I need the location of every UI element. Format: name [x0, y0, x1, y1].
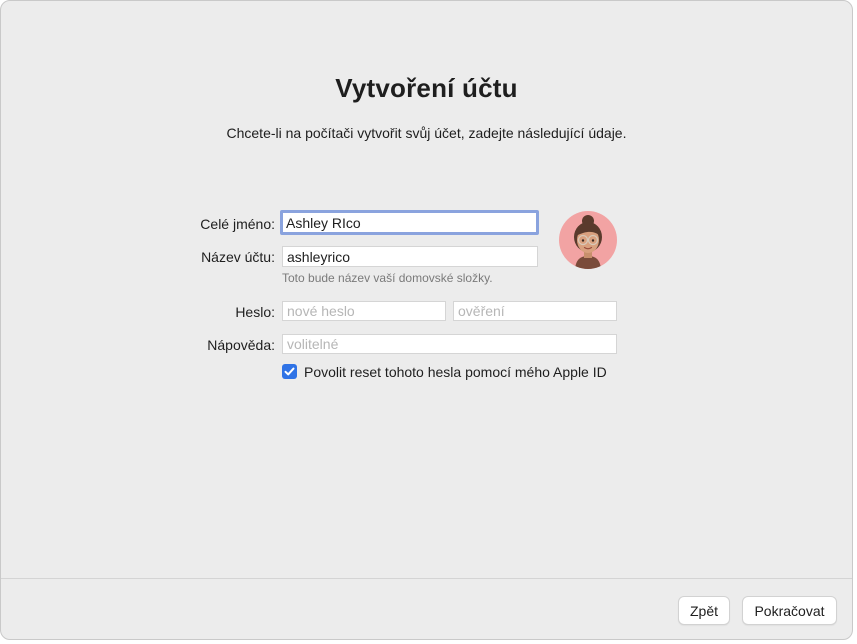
- page-title: Vytvoření účtu: [335, 73, 518, 103]
- verify-password-field[interactable]: [453, 301, 617, 321]
- continue-button[interactable]: Pokračovat: [742, 596, 837, 625]
- setup-window: Vytvoření účtu Chcete-li na počítači vyt…: [0, 0, 853, 640]
- memoji-avatar-icon[interactable]: [559, 211, 617, 269]
- password-hint-label: Nápověda:: [207, 337, 275, 353]
- allow-reset-checkbox[interactable]: [282, 364, 297, 379]
- account-name-field[interactable]: [282, 246, 538, 267]
- checkmark-icon: [284, 367, 295, 376]
- page-subtitle: Chcete-li na počítači vytvořit svůj účet…: [226, 125, 627, 141]
- account-name-hint: Toto bude název vaší domovské složky.: [282, 271, 493, 285]
- back-button[interactable]: Zpět: [678, 596, 730, 625]
- account-name-label: Název účtu:: [201, 249, 275, 265]
- password-hint-field[interactable]: [282, 334, 617, 354]
- memoji-face-icon: [574, 215, 602, 269]
- allow-reset-label: Povolit reset tohoto hesla pomocí mého A…: [304, 364, 607, 380]
- password-label: Heslo:: [235, 304, 275, 320]
- password-field[interactable]: [282, 301, 446, 321]
- full-name-field[interactable]: [280, 210, 539, 235]
- footer-divider: [1, 578, 852, 579]
- full-name-label: Celé jméno:: [200, 216, 275, 232]
